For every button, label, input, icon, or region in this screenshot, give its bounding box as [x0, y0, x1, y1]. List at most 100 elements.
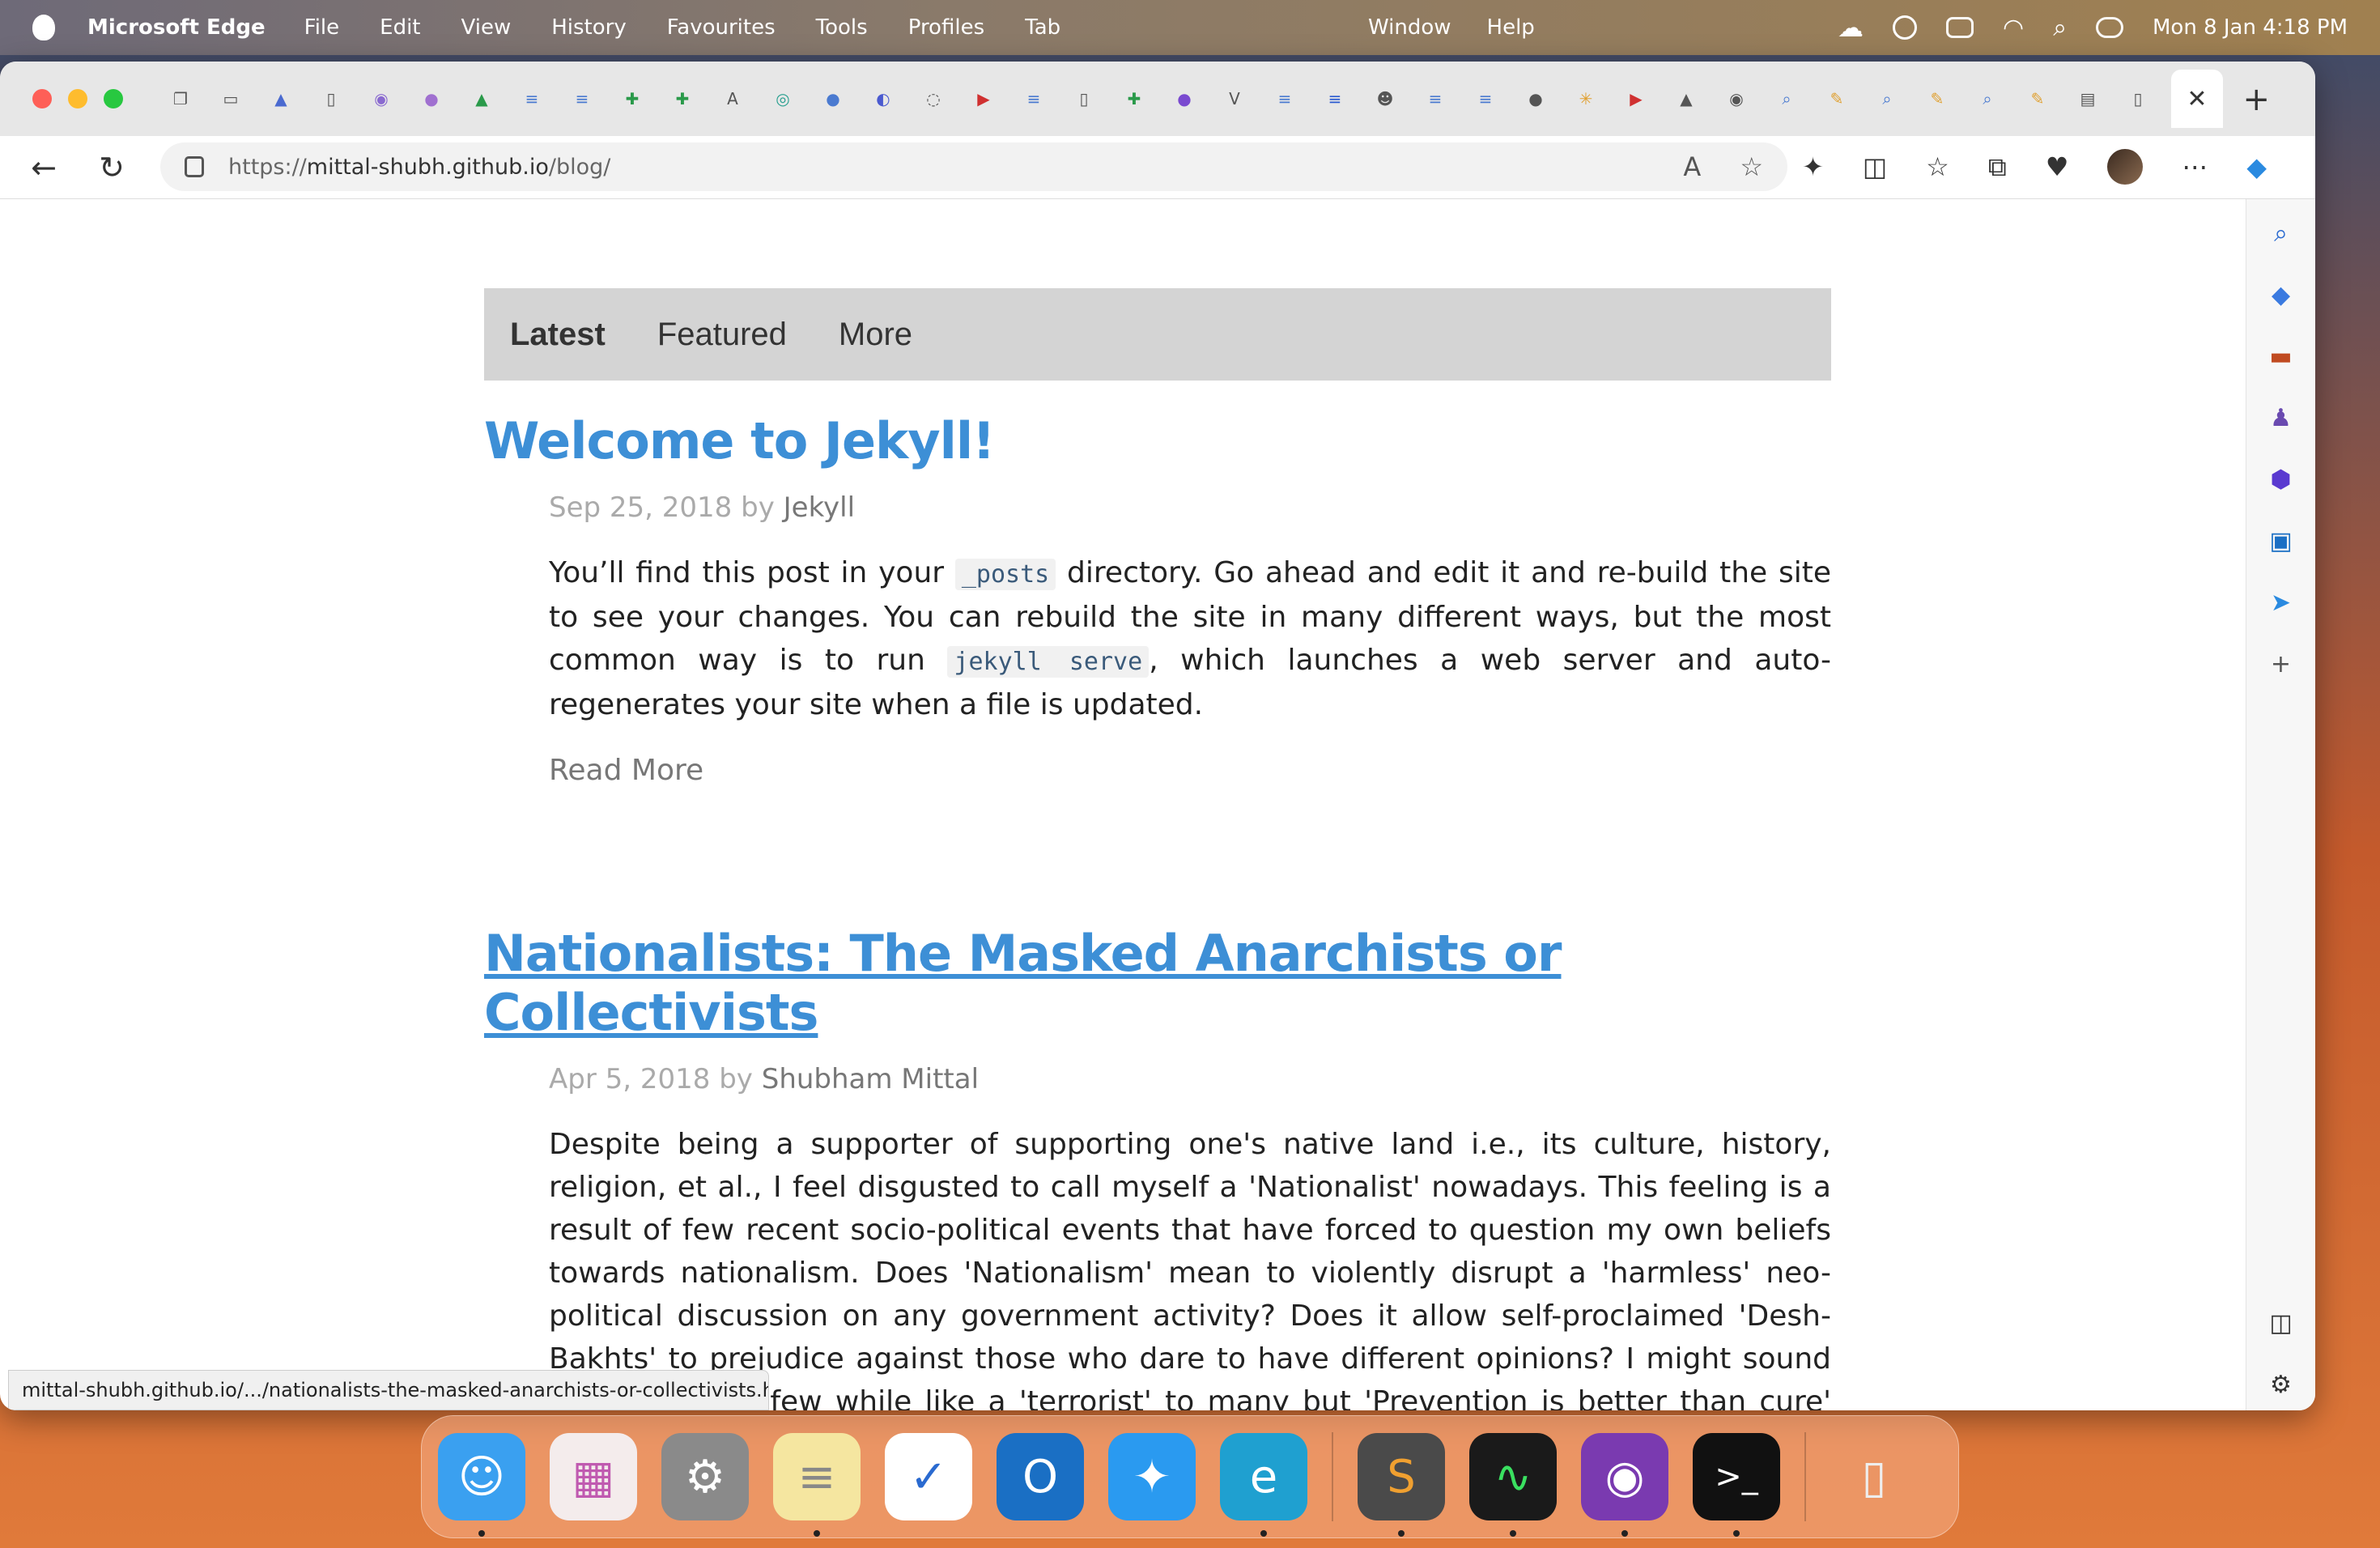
tab-favicon[interactable]: ◐ — [869, 84, 898, 113]
tab-favicon[interactable]: ≡ — [567, 84, 597, 113]
menu-history[interactable]: History — [551, 15, 627, 40]
github-tab-icon[interactable]: ◉ — [1722, 84, 1751, 113]
search-tab-icon[interactable]: ⌕ — [1973, 84, 2002, 113]
terminal-icon[interactable]: >_ — [1693, 1433, 1780, 1537]
zoom-window-button[interactable] — [104, 89, 123, 108]
menu-window[interactable]: Window — [1368, 15, 1451, 40]
back-arrow-icon[interactable]: ← — [19, 143, 68, 192]
tab-favicon[interactable]: ◌ — [919, 84, 948, 113]
nav-more[interactable]: More — [839, 317, 912, 353]
new-tab-button[interactable]: + — [2242, 81, 2270, 118]
tab-favicon[interactable]: ≡ — [1320, 84, 1349, 113]
refresh-icon[interactable]: ↻ — [87, 143, 136, 192]
activity-monitor-icon[interactable]: ∿ — [1469, 1433, 1557, 1537]
tab-favicon[interactable]: ▲ — [467, 84, 496, 113]
sidebar-layout-icon[interactable]: ◫ — [2263, 1305, 2299, 1341]
cloud-icon[interactable]: ☁ — [1838, 12, 1864, 43]
favourites-icon[interactable]: ☆ — [1926, 151, 1949, 182]
tab-favicon[interactable]: ✚ — [1120, 84, 1149, 113]
tab-favicon[interactable]: ● — [818, 84, 848, 113]
apple-icon[interactable] — [23, 0, 65, 55]
tab-favicon[interactable]: ▲ — [1672, 84, 1701, 113]
tab-favicon[interactable]: ● — [417, 84, 446, 113]
todo-icon[interactable]: ✓ — [885, 1433, 972, 1520]
send-icon[interactable]: ➤ — [2263, 585, 2299, 620]
workspaces-icon[interactable]: ❐ — [166, 84, 195, 113]
github-desktop-icon[interactable]: ◉ — [1581, 1433, 1668, 1537]
tab-favicon[interactable]: ≡ — [1421, 84, 1450, 113]
office-icon[interactable]: ⬢ — [2263, 461, 2299, 497]
tab-favicon[interactable]: ● — [1170, 84, 1199, 113]
nav-latest[interactable]: Latest — [510, 317, 606, 353]
tab-favicon[interactable]: ☻ — [1371, 84, 1400, 113]
trash-icon[interactable]: ▯ — [1830, 1433, 1918, 1520]
menu-profiles[interactable]: Profiles — [908, 15, 984, 40]
tools-icon[interactable]: ▬ — [2263, 338, 2299, 374]
launchpad-icon[interactable]: ▦ — [550, 1433, 637, 1520]
tab-favicon[interactable]: ▶ — [969, 84, 998, 113]
battery-icon[interactable] — [1946, 17, 1974, 38]
tab-favicon[interactable]: ≡ — [517, 84, 546, 113]
tab-favicon[interactable]: ▯ — [1069, 84, 1099, 113]
system-settings-icon[interactable]: ⚙ — [661, 1433, 749, 1520]
search-icon[interactable]: ⌕ — [2263, 215, 2299, 251]
settings-gear-icon[interactable]: ⚙ — [2263, 1367, 2299, 1402]
post-title[interactable]: Welcome to Jekyll! — [484, 411, 1831, 470]
shopping-tag-icon[interactable]: ◆ — [2263, 277, 2299, 313]
search-tab-icon[interactable]: ⌕ — [1772, 84, 1801, 113]
add-icon[interactable]: + — [2263, 646, 2299, 682]
tab-favicon[interactable]: ▯ — [317, 84, 346, 113]
menu-view[interactable]: View — [461, 15, 512, 40]
sublime-text-icon[interactable]: S — [1358, 1433, 1445, 1537]
tab-favicon[interactable]: ≡ — [1019, 84, 1048, 113]
copilot-icon[interactable]: ◆ — [2246, 151, 2267, 182]
finder-icon[interactable]: ☺ — [438, 1433, 525, 1537]
tab-favicon[interactable]: ◎ — [768, 84, 797, 113]
menu-app-name[interactable]: Microsoft Edge — [87, 15, 266, 40]
close-window-button[interactable] — [32, 89, 52, 108]
edge-icon[interactable]: e — [1220, 1433, 1307, 1537]
tab-favicon[interactable]: ▶ — [1621, 84, 1651, 113]
tab-favicon[interactable]: A — [718, 84, 747, 113]
outlook-icon[interactable]: O — [997, 1433, 1084, 1520]
tab-favicon[interactable]: ▯ — [2123, 84, 2153, 113]
nav-featured[interactable]: Featured — [657, 317, 787, 353]
tab-favicon[interactable]: ◉ — [367, 84, 396, 113]
active-tab-close-icon[interactable]: ✕ — [2171, 70, 2223, 128]
collections-icon[interactable]: ⧉ — [1988, 151, 2007, 183]
tab-favicon[interactable]: ▲ — [266, 84, 295, 113]
tab-favicon[interactable]: ✎ — [1822, 84, 1851, 113]
outlook-icon[interactable]: ▣ — [2263, 523, 2299, 559]
split-screen-icon[interactable]: ◫ — [1863, 151, 1887, 182]
profile-avatar[interactable] — [2107, 149, 2144, 185]
tab-favicon[interactable]: ≡ — [1270, 84, 1299, 113]
tab-favicon[interactable]: V — [1220, 84, 1249, 113]
wifi-icon[interactable]: ◠ — [2003, 14, 2024, 42]
lock-icon[interactable] — [185, 156, 204, 177]
tab-favicon[interactable]: ✎ — [2023, 84, 2052, 113]
browser-essentials-icon[interactable]: ♥ — [2046, 151, 2069, 182]
tab-actions-icon[interactable]: ▭ — [216, 84, 245, 113]
search-icon[interactable]: ⌕ — [2053, 14, 2067, 42]
safari-icon[interactable]: ✦ — [1108, 1433, 1196, 1520]
menubar-clock[interactable]: Mon 8 Jan 4:18 PM — [2153, 15, 2348, 40]
menu-file[interactable]: File — [304, 15, 340, 40]
read-more-link[interactable]: Read More — [549, 754, 1831, 787]
read-aloud-icon[interactable]: A — [1683, 151, 1701, 182]
extensions-icon[interactable]: ✦ — [1802, 151, 1824, 182]
tab-favicon[interactable]: ✎ — [1923, 84, 1952, 113]
minimize-window-button[interactable] — [68, 89, 87, 108]
post-title[interactable]: Nationalists: The Masked Anarchists or C… — [484, 924, 1831, 1042]
games-icon[interactable]: ♟ — [2263, 400, 2299, 436]
menu-tools[interactable]: Tools — [816, 15, 868, 40]
notes-icon[interactable]: ≡ — [773, 1433, 861, 1537]
tab-favicon[interactable]: ≡ — [1471, 84, 1500, 113]
menu-help[interactable]: Help — [1487, 15, 1535, 40]
favourite-star-icon[interactable]: ☆ — [1740, 151, 1763, 182]
search-tab-icon[interactable]: ⌕ — [1872, 84, 1902, 113]
control-center-icon[interactable] — [2096, 17, 2123, 38]
menu-favourites[interactable]: Favourites — [667, 15, 776, 40]
tab-favicon[interactable]: ✳ — [1571, 84, 1600, 113]
menu-edit[interactable]: Edit — [380, 15, 420, 40]
tab-favicon[interactable]: ▤ — [2073, 84, 2102, 113]
